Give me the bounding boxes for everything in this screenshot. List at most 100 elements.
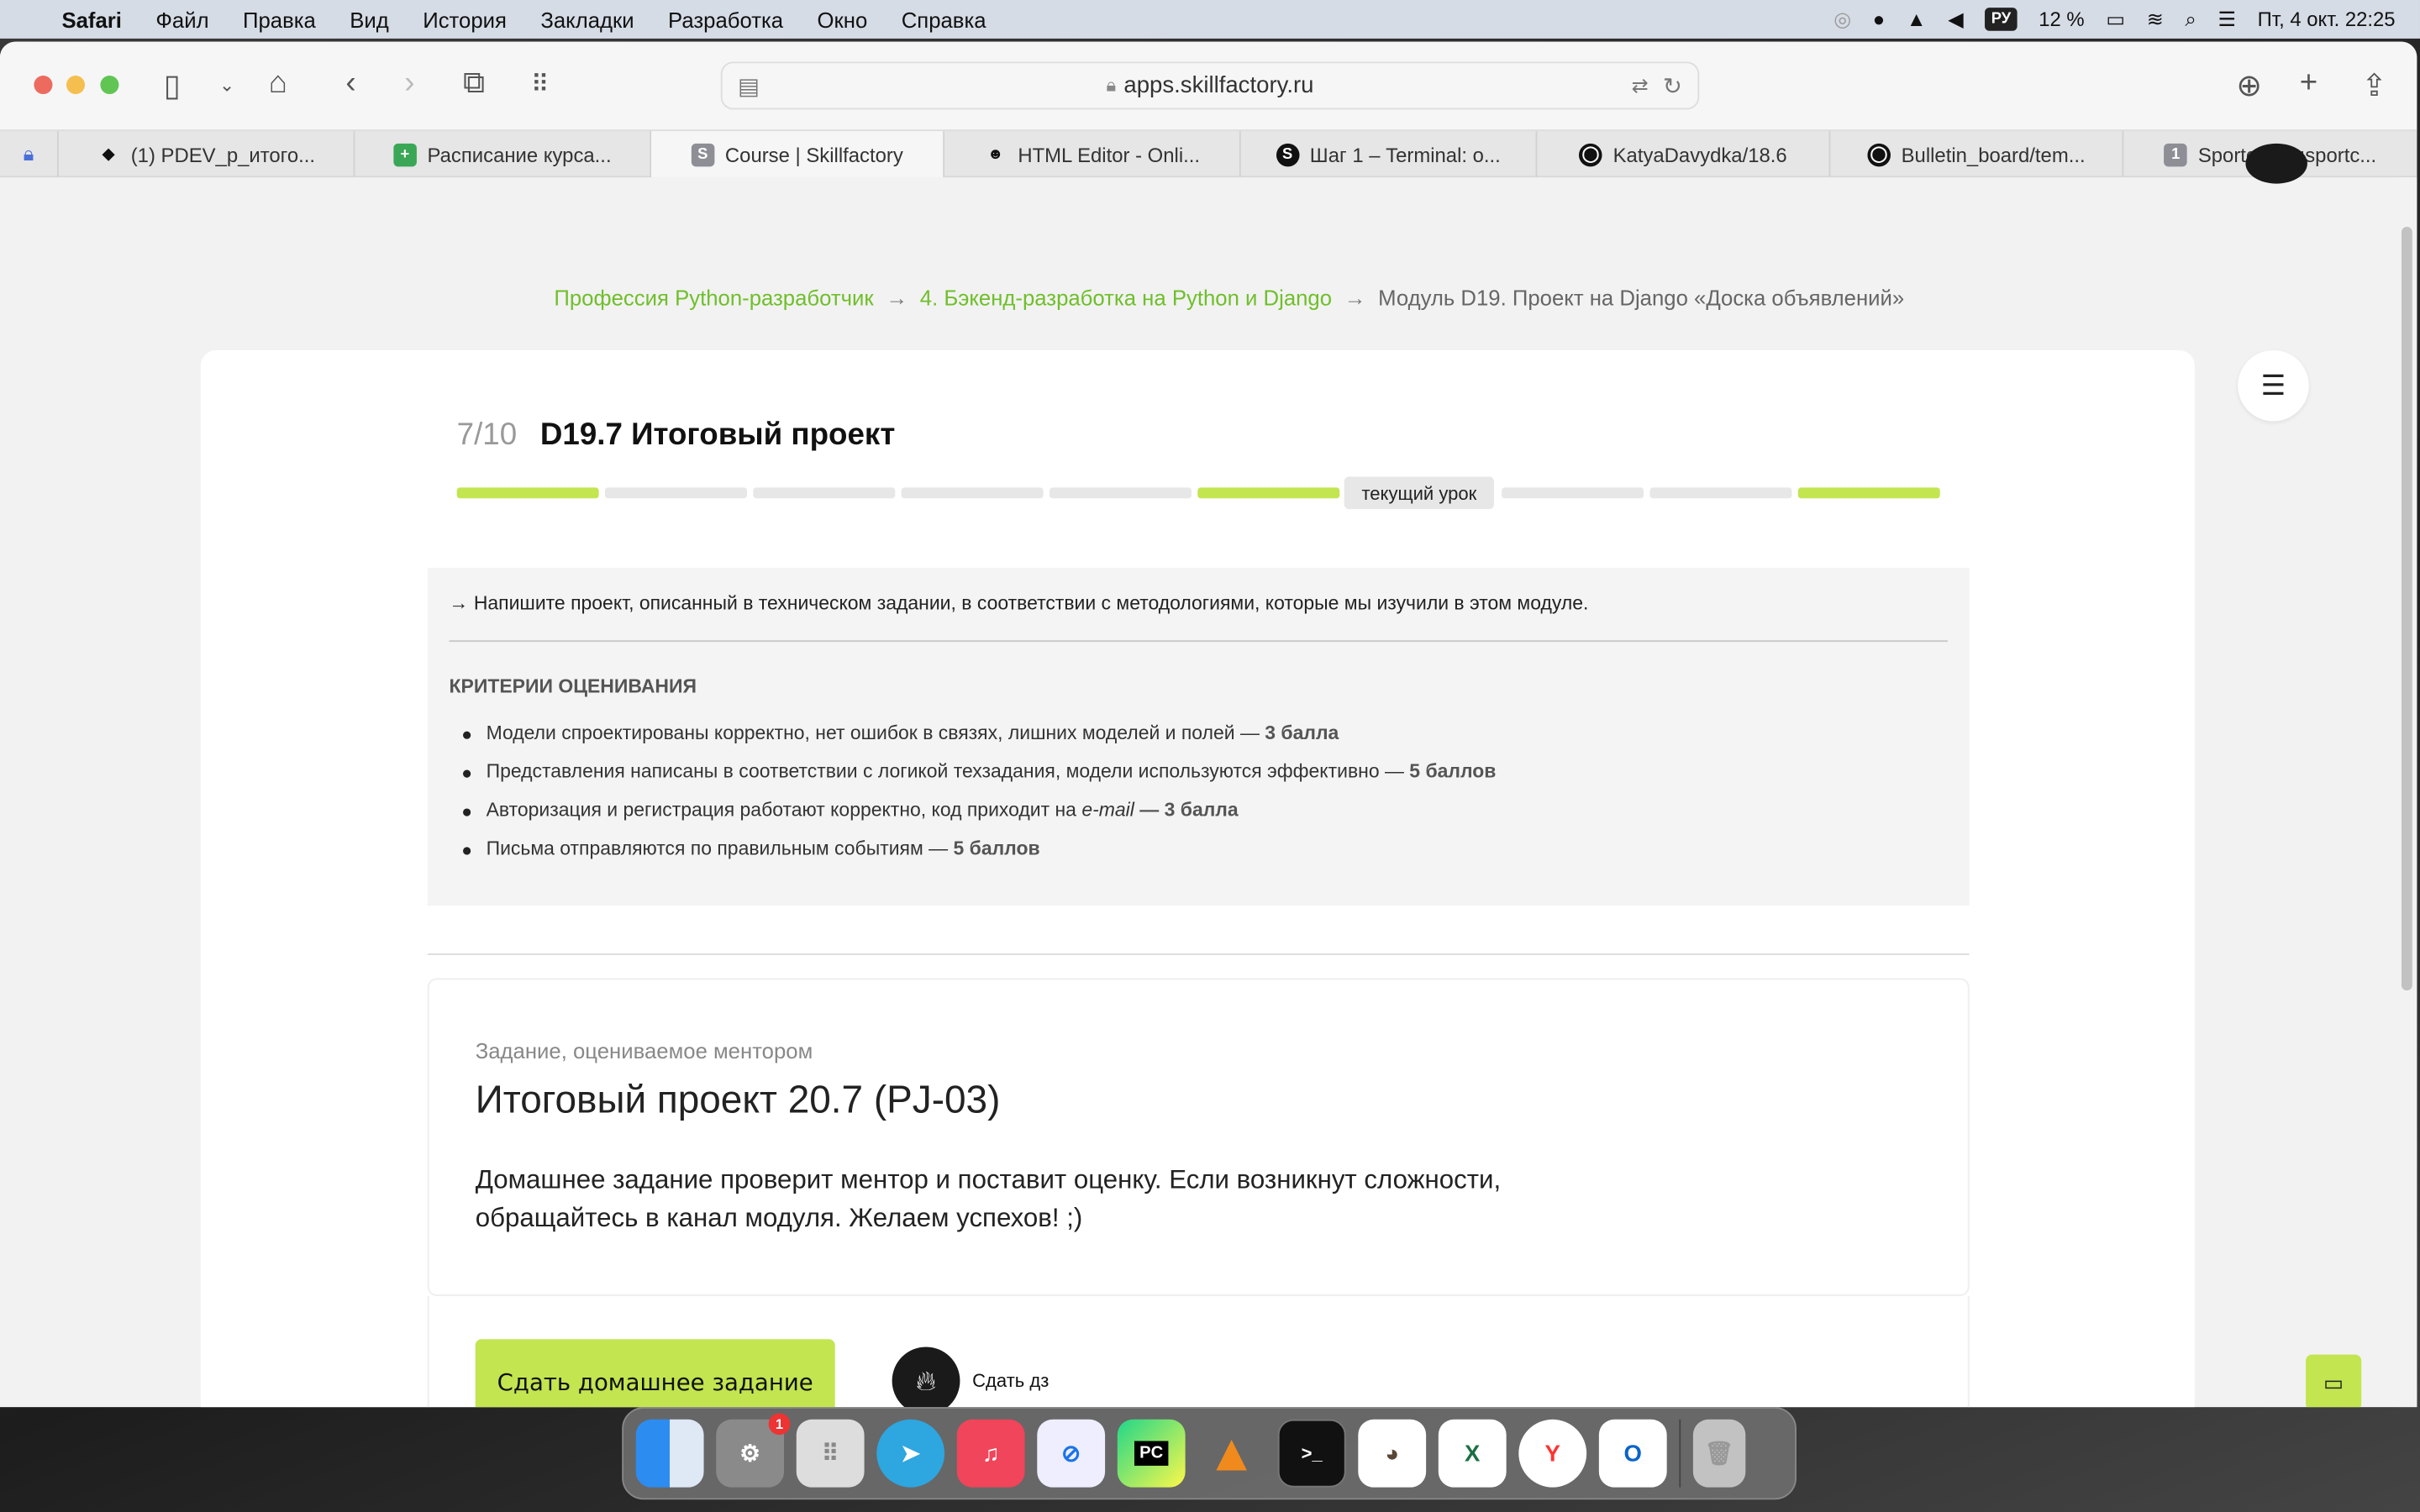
search-icon[interactable]: ⌕ [2185, 7, 2196, 31]
safari-icon[interactable]: ⊘ [1037, 1419, 1106, 1488]
stack-icon[interactable]: ☰ [2238, 349, 2309, 422]
list-item: Представления написаны в соответствии с … [449, 761, 1496, 800]
settings-icon[interactable]: ⚙ 1 [716, 1413, 791, 1488]
trash-icon[interactable]: 🗑︎ [1692, 1419, 1746, 1488]
chat-icon[interactable]: ▭ [2306, 1354, 2362, 1408]
submit-section: Сдать домашнее задание 🔥︎ Сдать дз [427, 1295, 1970, 1408]
finder-icon[interactable] [635, 1419, 704, 1488]
tab[interactable]: ☻ HTML Editor - Onli... [944, 131, 1241, 178]
submit-hw-link[interactable]: Сдать дз [972, 1370, 1049, 1392]
progress-segment-done[interactable] [1797, 487, 1940, 499]
progress-segment-todo[interactable] [1649, 487, 1792, 499]
wifi-icon[interactable]: ≋ [2147, 7, 2164, 31]
tab[interactable]: ◯ Bulletin_board/tem... [1830, 131, 2124, 178]
menu-develop[interactable]: Разработка [668, 7, 783, 31]
divider [427, 953, 1970, 955]
tab[interactable]: S Шаг 1 – Terminal: o... [1241, 131, 1538, 178]
current-lesson-label[interactable]: текущий урок [1344, 476, 1494, 510]
sidebar-icon[interactable]: ▯ [164, 66, 181, 105]
excel-icon[interactable]: X [1438, 1419, 1507, 1488]
battery-icon[interactable]: ▭ [2106, 7, 2125, 31]
menu-app-name[interactable]: Safari [61, 7, 121, 31]
yandex-browser-icon[interactable]: Y [1518, 1419, 1587, 1488]
lock-icon: 🔒︎ [1106, 74, 1117, 96]
breadcrumb-course[interactable]: 4. Бэкенд-разработка на Python и Django [920, 286, 1332, 310]
minimize-window-button[interactable] [66, 75, 86, 95]
menu-view[interactable]: Вид [350, 7, 389, 31]
menu-history[interactable]: История [423, 7, 507, 31]
menu-edit[interactable]: Правка [243, 7, 316, 31]
tab-label: Course | Skillfactory [724, 142, 903, 166]
terminal-icon[interactable]: >_ [1277, 1419, 1346, 1488]
page-title: D19.7 Итоговый проект [539, 417, 896, 453]
reader-icon[interactable]: ▤ [738, 71, 760, 99]
url-text[interactable]: apps.skillfactory.ru [1123, 72, 1313, 98]
breadcrumb-profession[interactable]: Профессия Python-разработчик [554, 286, 873, 310]
list-item: Письма отправляются по правильным событи… [449, 837, 1496, 876]
clock[interactable]: Пт, 4 окт. 22:25 [2258, 8, 2396, 31]
tab-label: (1) PDEV_p_итого... [130, 142, 316, 166]
progress-segment-todo[interactable] [753, 487, 896, 499]
progress-segment-todo[interactable] [1049, 487, 1192, 499]
tab[interactable]: + Расписание курса... [355, 131, 652, 178]
music-icon[interactable]: ♫ [956, 1419, 1025, 1488]
dock: ⚙ 1 ⠿ ➤ ♫ ⊘ PC ▲ >_ ◕ X Y O 🗑︎ [622, 1407, 1797, 1500]
new-tab-icon[interactable]: + [2300, 66, 2317, 102]
breadcrumb: Профессия Python-разработчик → 4. Бэкенд-р… [554, 286, 1904, 310]
criteria-list: Модели спроектированы корректно, нет оши… [449, 722, 1496, 877]
forward-icon[interactable]: › [404, 66, 414, 102]
launchpad-icon[interactable]: ⠿ [796, 1419, 865, 1488]
progress-segment-todo[interactable] [901, 487, 1044, 499]
menu-file[interactable]: Файл [155, 7, 208, 31]
elephant-icon[interactable]: ● [1873, 8, 1885, 31]
downloads-icon[interactable]: ⊕ [2236, 66, 2262, 105]
avatar[interactable] [2245, 143, 2307, 184]
address-bar[interactable]: ▤ 🔒︎ apps.skillfactory.ru ⇄ ↻ [720, 61, 1700, 110]
menu-window[interactable]: Окно [818, 7, 868, 31]
outlook-icon[interactable]: O [1598, 1419, 1667, 1488]
home-icon[interactable]: ⌂ [269, 66, 287, 102]
submit-homework-button[interactable]: Сдать домашнее задание [475, 1339, 835, 1408]
task-card: Задание, оцениваемое ментором Итоговый п… [427, 978, 1970, 1296]
scrollbar[interactable] [2396, 177, 2417, 1408]
input-source[interactable]: РУ [1985, 8, 2018, 31]
task-title: Итоговый проект 20.7 (PJ-03) [475, 1078, 1001, 1122]
progress-segment-done[interactable] [1197, 487, 1340, 499]
tabs-overview-icon[interactable]: ⧉ [463, 66, 485, 102]
vlc-icon[interactable]: ▲ [1907, 8, 1927, 31]
tab-active[interactable]: S Course | Skillfactory [651, 131, 945, 178]
fire-icon[interactable]: 🔥︎ [892, 1347, 960, 1408]
vlc-icon[interactable]: ▲ [1197, 1420, 1265, 1488]
spiral-icon[interactable]: ◎ [1833, 7, 1851, 31]
dbeaver-icon[interactable]: ◕ [1358, 1419, 1427, 1488]
tab[interactable]: ◆ (1) PDEV_p_итого... [59, 131, 355, 178]
menu-bookmarks[interactable]: Закладки [540, 7, 634, 31]
zoom-window-button[interactable] [100, 75, 119, 95]
telegram-icon[interactable]: ◀ [1948, 7, 1963, 31]
tab[interactable]: ◯ KatyaDavydka/18.6 [1537, 131, 1831, 178]
grid-icon[interactable]: ⠿ [531, 70, 550, 101]
translate-icon[interactable]: ⇄ [1632, 73, 1649, 97]
progress-segment-done[interactable] [456, 487, 599, 499]
tab-label: Расписание курса... [427, 142, 612, 166]
chevron-down-icon[interactable]: ⌄ [219, 74, 234, 96]
menu-help[interactable]: Справка [902, 7, 986, 31]
tab-bar: 🔒︎ ◆ (1) PDEV_p_итого... + Расписание курс… [0, 129, 2417, 178]
privacy-icon[interactable]: 🔒︎ [0, 131, 59, 178]
lesson-card: 7/10 D19.7 Итоговый проект текущий урок … [200, 349, 2195, 1408]
progress-segment-todo[interactable] [604, 487, 747, 499]
control-center-icon[interactable]: ☰ [2218, 7, 2236, 31]
close-window-button[interactable] [34, 75, 53, 95]
toolbar: ▯ ⌄ ⌂ ‹ › ⧉ ⠿ ▤ 🔒︎ apps.skillfactory.ru … [0, 41, 2417, 130]
progress-segment-todo[interactable] [1502, 487, 1644, 499]
pycharm-icon[interactable]: PC [1117, 1419, 1186, 1488]
back-icon[interactable]: ‹ [345, 66, 355, 102]
screen: Safari Файл Правка Вид История Закладки … [0, 0, 2420, 1512]
telegram-icon[interactable]: ➤ [876, 1419, 945, 1488]
reload-icon[interactable]: ↻ [1663, 71, 1682, 99]
arrow-right-icon: → [1344, 285, 1366, 311]
safari-window: ▯ ⌄ ⌂ ‹ › ⧉ ⠿ ▤ 🔒︎ apps.skillfactory.ru … [0, 41, 2417, 1408]
scrollbar-thumb[interactable] [2401, 226, 2412, 991]
share-icon[interactable]: ⇪ [2361, 66, 2387, 105]
battery-percent: 12 % [2039, 8, 2085, 31]
